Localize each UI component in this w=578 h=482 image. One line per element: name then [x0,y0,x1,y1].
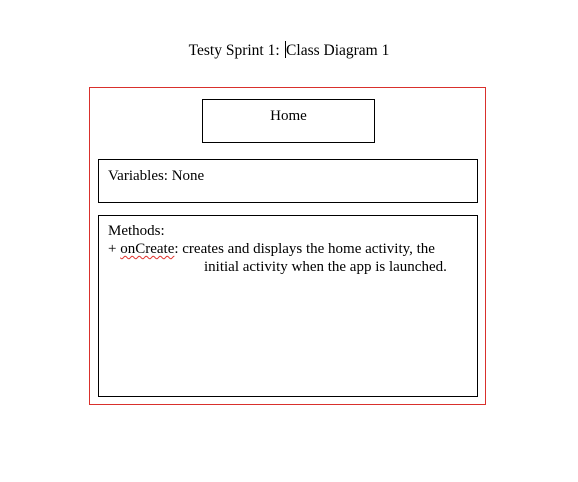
methods-header: Methods: [108,223,165,239]
class-name: Home [270,108,307,124]
document-title[interactable]: Testy Sprint 1: Class Diagram 1 [0,41,578,61]
title-text-before-cursor: Testy Sprint 1: [188,42,284,59]
variables-box: Variables: None [98,159,478,203]
method-description-line1: : creates and displays the home activity… [174,241,435,257]
class-name-box: Home [202,99,375,143]
method-name-misspelled[interactable]: onCreate [120,241,174,257]
method-entry: + onCreate: creates and displays the hom… [108,240,468,258]
method-description-line2: initial activity when the app is launche… [204,259,447,275]
method-visibility: + [108,241,121,257]
methods-box: Methods: + onCreate: creates and display… [98,215,478,397]
variables-text: Variables: None [108,168,205,184]
title-text-after-cursor: Class Diagram 1 [286,42,390,59]
